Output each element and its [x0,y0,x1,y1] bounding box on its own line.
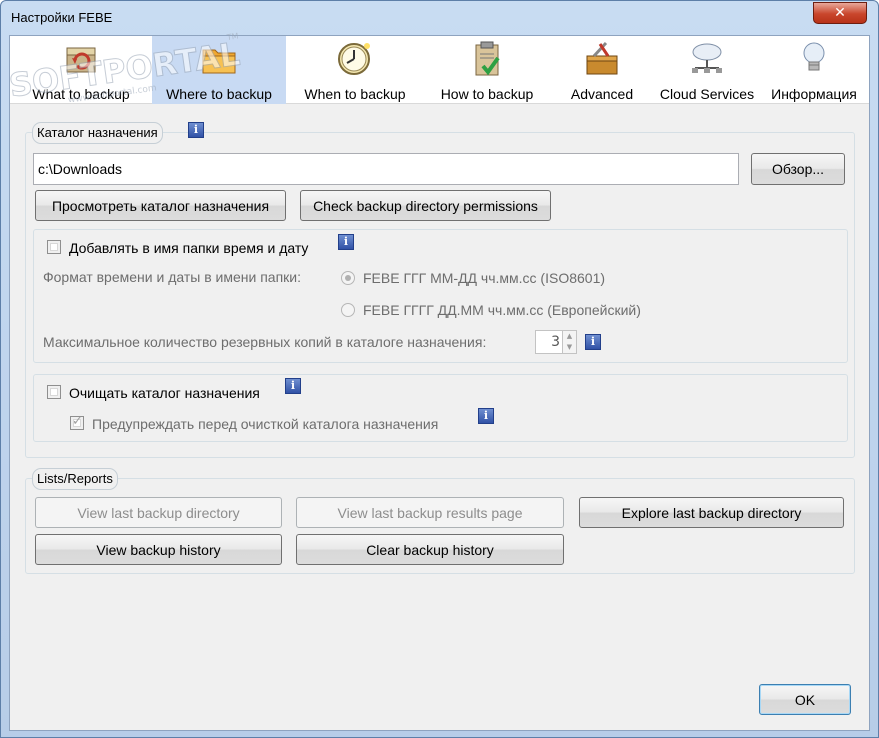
max-copies-value: 3 [551,334,560,350]
tab-information[interactable]: Информация [760,36,868,104]
ok-button[interactable]: OK [759,684,851,715]
max-copies-label: Максимальное количество резервных копий … [43,334,487,350]
dialog-window: Настройки FEBE ✕ What to backup Where to… [0,0,879,738]
tab-label: Информация [771,86,857,102]
add-timestamp-label[interactable]: Добавлять в имя папки время и дату [69,240,308,256]
tab-cloud-services[interactable]: Cloud Services [654,36,760,104]
tab-label: Cloud Services [659,86,755,102]
restore-box-icon [66,47,96,73]
window-title: Настройки FEBE [11,10,113,25]
client-area: What to backup Where to backup When to b… [6,32,870,731]
toolbox-icon [586,41,618,75]
iso-format-label[interactable]: FEBE ГГГ ММ-ДД чч.мм.сс (ISO8601) [363,270,605,286]
warn-before-clean-checkbox[interactable] [70,414,84,430]
explore-last-directory-button[interactable]: Explore last backup directory [579,497,844,528]
destination-path-input[interactable]: c:\Downloads [33,153,739,185]
european-format-radio[interactable] [341,303,355,317]
browse-button[interactable]: Обзор... [751,153,845,185]
clear-history-button[interactable]: Clear backup history [296,534,564,565]
title-bar[interactable]: Настройки FEBE ✕ [1,1,878,33]
tab-label: Advanced [570,86,634,102]
clock-icon [338,43,370,75]
lightbulb-icon [803,42,825,71]
category-toolbar: What to backup Where to backup When to b… [10,36,869,104]
tab-label: When to backup [304,86,406,102]
close-button[interactable]: ✕ [813,2,867,24]
view-last-directory-button[interactable]: View last backup directory [35,497,282,528]
destination-group-label: Каталог назначения [32,122,163,144]
spin-up-icon[interactable]: ▲ [562,331,576,342]
clean-destination-label[interactable]: Очищать каталог назначения [69,385,260,401]
spin-down-icon[interactable]: ▼ [562,342,576,353]
info-icon[interactable]: i [188,122,204,138]
view-history-button[interactable]: View backup history [35,534,282,565]
folder-icon [202,49,236,74]
info-icon[interactable]: i [585,334,601,350]
cloud-icon [692,43,722,73]
add-timestamp-checkbox[interactable] [47,240,61,254]
info-icon[interactable]: i [478,408,494,424]
close-icon: ✕ [834,5,846,21]
tab-label: Where to backup [166,86,272,102]
info-icon[interactable]: i [285,378,301,394]
max-copies-spinner[interactable]: 3 ▲ ▼ [535,330,577,354]
date-format-label: Формат времени и даты в имени папки: [43,269,301,285]
tab-how-to-backup[interactable]: How to backup [424,36,550,104]
info-icon[interactable]: i [338,234,354,250]
iso-format-radio[interactable] [341,271,355,285]
warn-before-clean-label[interactable]: Предупреждать перед очисткой каталога на… [92,416,438,432]
lists-reports-group-label: Lists/Reports [32,468,118,490]
european-format-label[interactable]: FEBE ГГГГ ДД.ММ чч.мм.сс (Европейский) [363,302,641,318]
check-permissions-button[interactable]: Check backup directory permissions [300,190,551,221]
view-destination-button[interactable]: Просмотреть каталог назначения [35,190,286,221]
tab-where-to-backup[interactable]: Where to backup [152,36,286,104]
tab-when-to-backup[interactable]: When to backup [286,36,424,104]
tab-label: How to backup [440,86,534,102]
tab-what-to-backup[interactable]: What to backup [10,36,152,104]
tab-advanced[interactable]: Advanced [550,36,654,104]
clean-destination-checkbox[interactable] [47,385,61,399]
tab-label: What to backup [32,86,130,102]
clipboard-check-icon [475,41,500,76]
view-last-results-button[interactable]: View last backup results page [296,497,564,528]
